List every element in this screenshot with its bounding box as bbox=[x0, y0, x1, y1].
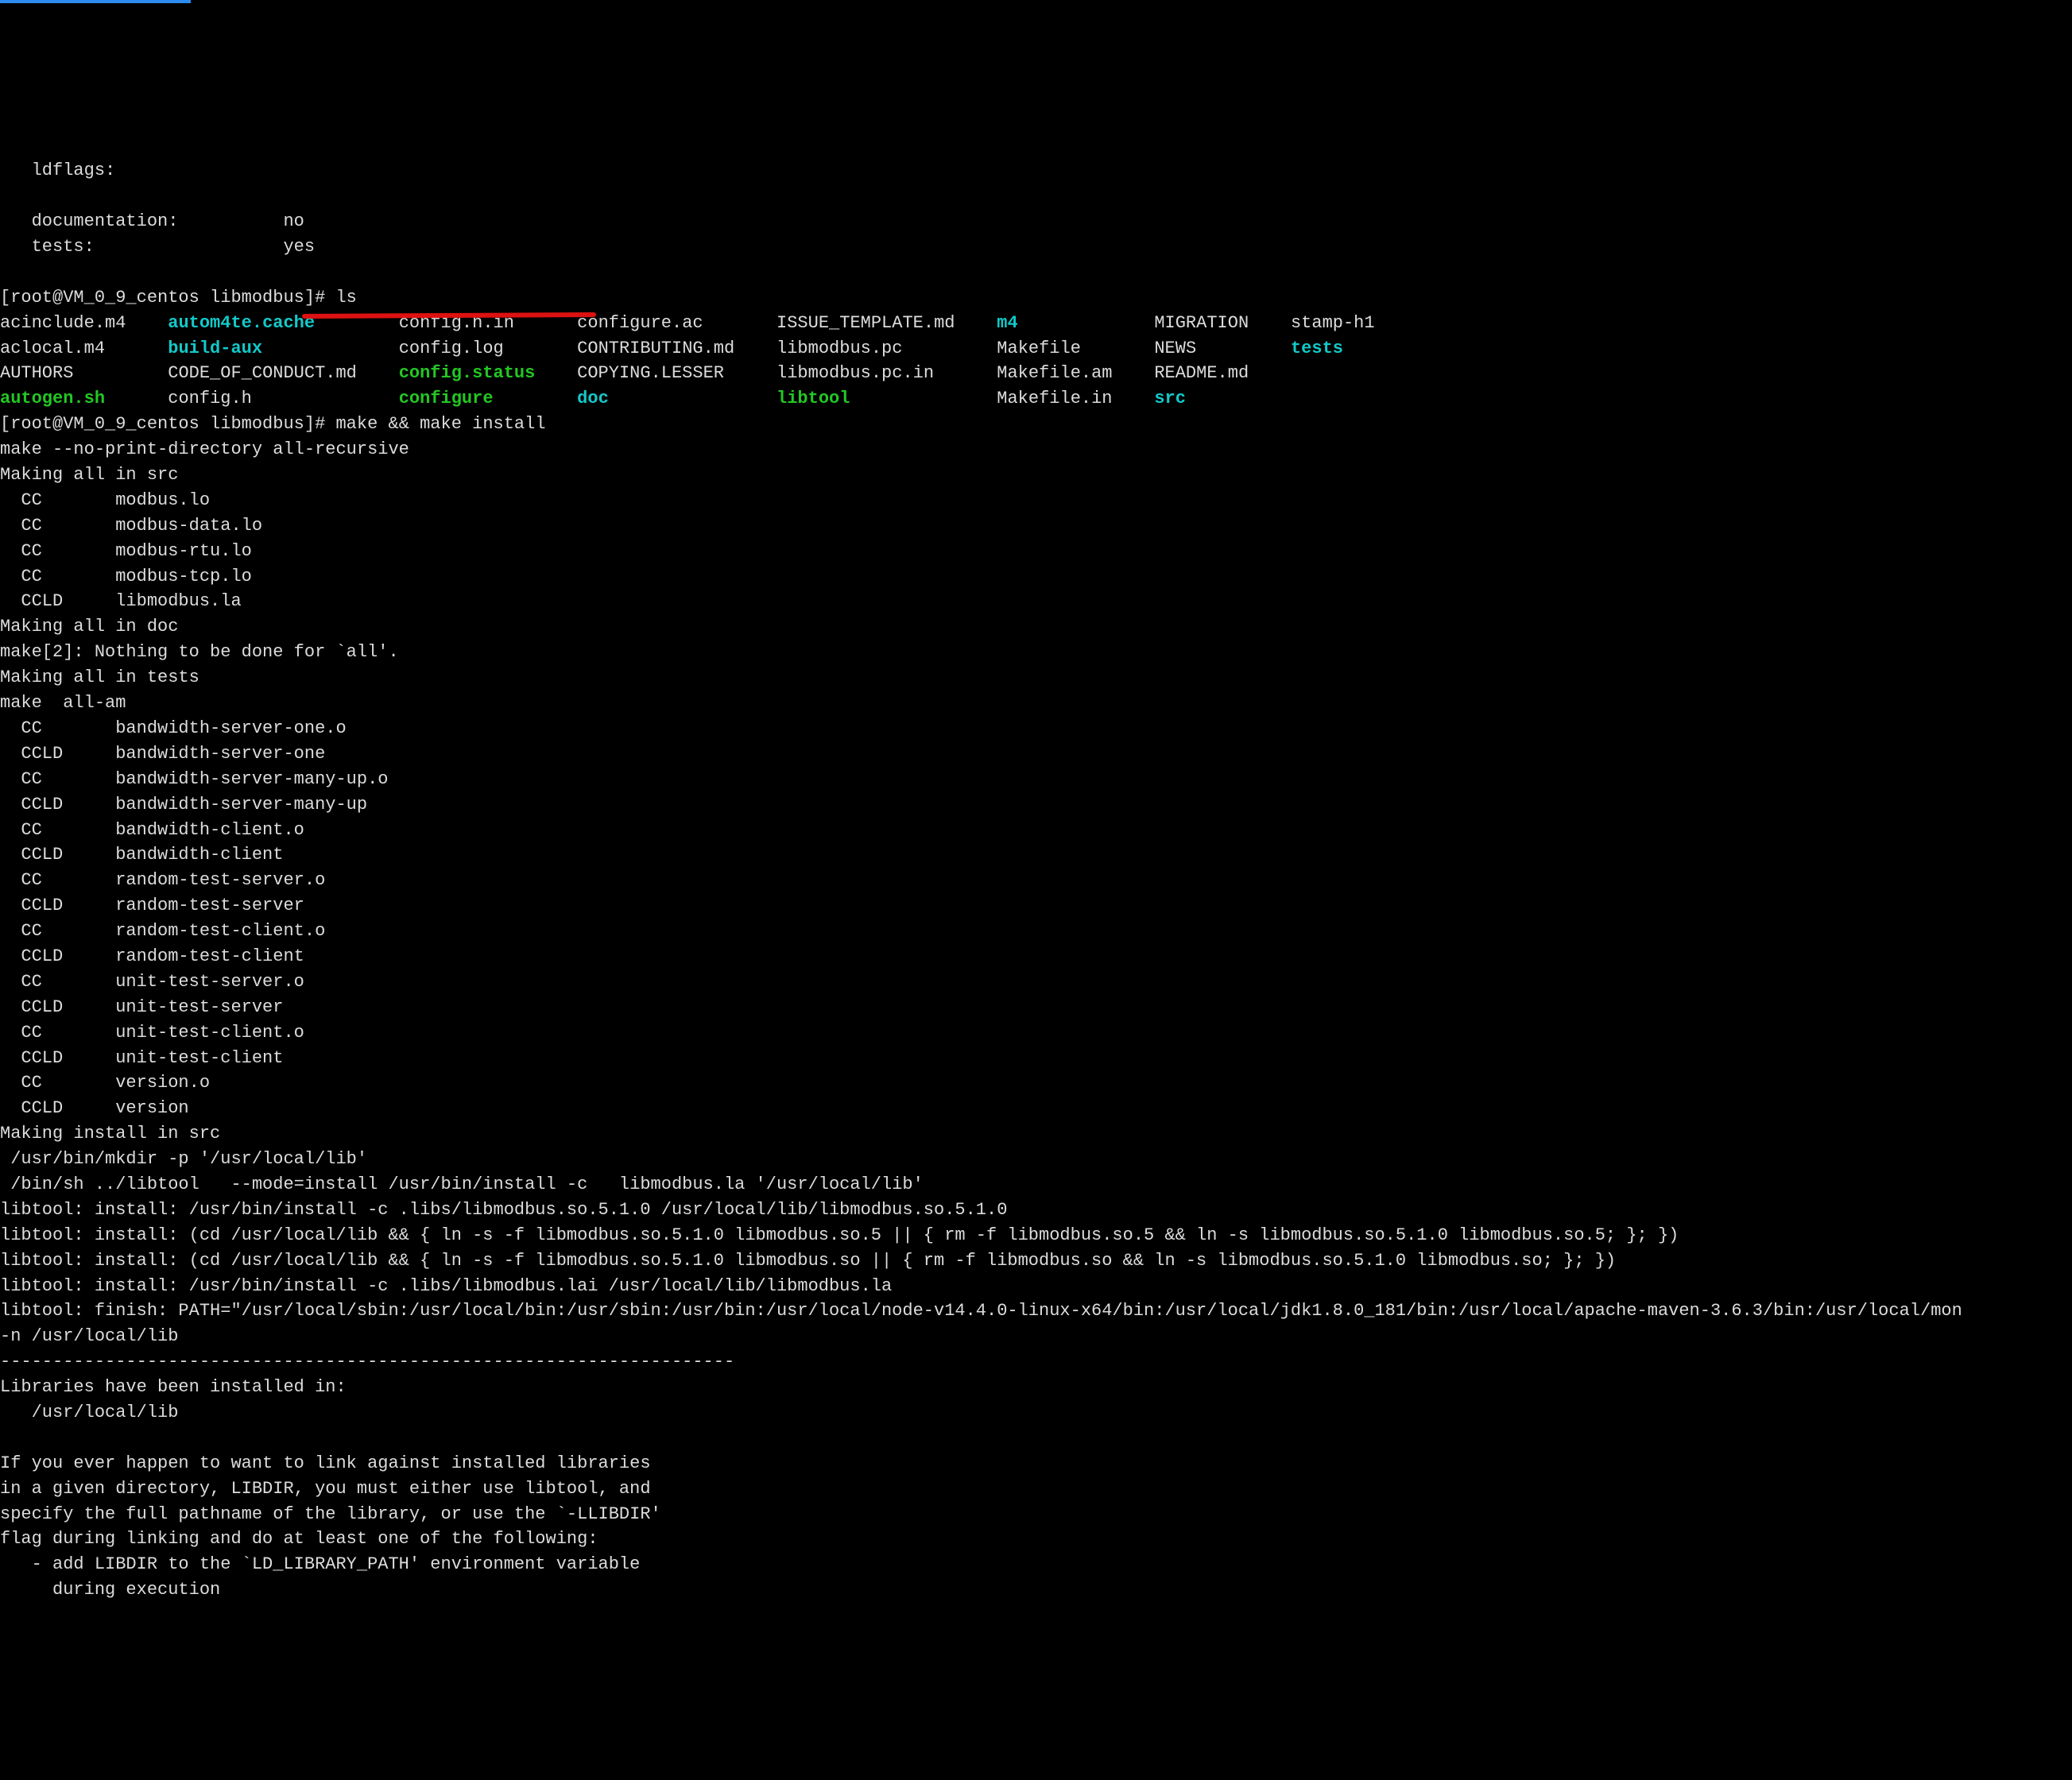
ls-exec: libtool bbox=[777, 389, 850, 408]
make-output-line: - add LIBDIR to the `LD_LIBRARY_PATH' en… bbox=[0, 1554, 640, 1574]
make-output-line: Making all in doc bbox=[0, 617, 178, 637]
make-output-line: CC random-test-client.o bbox=[0, 921, 325, 941]
ls-dir: build-aux bbox=[168, 339, 262, 358]
make-output-line: CCLD random-test-client bbox=[0, 946, 304, 966]
make-output-line: /bin/sh ../libtool --mode=install /usr/b… bbox=[0, 1174, 924, 1194]
shell-prompt: [root@VM_0_9_centos libmodbus]# bbox=[0, 414, 325, 434]
ls-row: aclocal.m4 build-aux config.log CONTRIBU… bbox=[0, 339, 1416, 358]
make-output-line: CCLD unit-test-client bbox=[0, 1048, 283, 1068]
cfg-doc: documentation: no bbox=[0, 211, 304, 231]
ls-file: acinclude.m4 bbox=[0, 313, 126, 333]
make-output-line: ----------------------------------------… bbox=[0, 1352, 734, 1372]
ls-file: libmodbus.pc.in bbox=[777, 363, 934, 383]
make-output-line: CCLD random-test-server bbox=[0, 896, 304, 915]
ls-row: acinclude.m4 autom4te.cache config.h.in … bbox=[0, 313, 1416, 333]
ls-file: aclocal.m4 bbox=[0, 339, 105, 358]
make-output-line: CCLD version bbox=[0, 1098, 189, 1118]
make-output-line: CC version.o bbox=[0, 1073, 210, 1093]
make-output-line: CC random-test-server.o bbox=[0, 870, 325, 890]
make-output-line: Making all in tests bbox=[0, 668, 199, 687]
ls-file: CODE_OF_CONDUCT.md bbox=[168, 363, 357, 383]
ls-row: autogen.sh config.h configure doc libtoo… bbox=[0, 389, 1416, 408]
ls-file: libmodbus.pc bbox=[777, 339, 902, 358]
make-output-line: libtool: install: (cd /usr/local/lib && … bbox=[0, 1225, 1679, 1245]
make-output-line: Libraries have been installed in: bbox=[0, 1377, 347, 1397]
make-output-line: CC modbus-rtu.lo bbox=[0, 541, 252, 561]
make-output-line: CCLD bandwidth-server-one bbox=[0, 744, 325, 764]
make-output-line: CC modbus-data.lo bbox=[0, 516, 262, 536]
ls-file: NEWS bbox=[1154, 339, 1196, 358]
ls-file: config.h bbox=[168, 389, 252, 408]
make-output-line: libtool: finish: PATH="/usr/local/sbin:/… bbox=[0, 1301, 1962, 1321]
ls-file: AUTHORS bbox=[0, 363, 73, 383]
ls-file: config.log bbox=[399, 339, 504, 358]
make-output-line: If you ever happen to want to link again… bbox=[0, 1453, 651, 1473]
ls-file: MIGRATION bbox=[1154, 313, 1249, 333]
make-output-line: CCLD unit-test-server bbox=[0, 997, 283, 1017]
make-output-line: CC modbus.lo bbox=[0, 490, 210, 510]
ls-exec: autogen.sh bbox=[0, 389, 105, 408]
make-output-line: libtool: install: (cd /usr/local/lib && … bbox=[0, 1251, 1616, 1271]
make-output-line: libtool: install: /usr/bin/install -c .l… bbox=[0, 1200, 1007, 1220]
make-output-line: make[2]: Nothing to be done for `all'. bbox=[0, 642, 399, 662]
make-output-line: during execution bbox=[0, 1580, 220, 1600]
make-output-line: /usr/local/lib bbox=[0, 1403, 178, 1422]
ls-dir: src bbox=[1154, 389, 1186, 408]
make-output-line: CC unit-test-client.o bbox=[0, 1023, 304, 1043]
make-output-line: CCLD bandwidth-client bbox=[0, 845, 283, 865]
ls-dir: m4 bbox=[997, 313, 1017, 333]
ls-file: COPYING.LESSER bbox=[577, 363, 724, 383]
make-output-line: Making all in src bbox=[0, 465, 178, 485]
ls-exec: configure bbox=[399, 389, 494, 408]
make-output-line: in a given directory, LIBDIR, you must e… bbox=[0, 1479, 651, 1499]
ls-file: README.md bbox=[1154, 363, 1249, 383]
make-output-line: specify the full pathname of the library… bbox=[0, 1504, 661, 1524]
shell-command[interactable]: make && make install bbox=[335, 414, 545, 434]
make-output-line: Making install in src bbox=[0, 1124, 220, 1143]
make-output-line: make all-am bbox=[0, 693, 126, 713]
make-output-line: CC bandwidth-server-many-up.o bbox=[0, 769, 388, 789]
ls-file: Makefile.in bbox=[997, 389, 1112, 408]
shell-command[interactable]: ls bbox=[335, 288, 356, 308]
ls-file: ISSUE_TEMPLATE.md bbox=[777, 313, 955, 333]
make-output-line: libtool: install: /usr/bin/install -c .l… bbox=[0, 1276, 892, 1296]
ls-dir: autom4te.cache bbox=[168, 313, 315, 333]
make-output-line: CC bandwidth-client.o bbox=[0, 820, 304, 840]
make-output-line: CC bandwidth-server-one.o bbox=[0, 718, 347, 738]
ls-exec: config.status bbox=[399, 363, 536, 383]
ls-file: stamp-h1 bbox=[1291, 313, 1375, 333]
shell-prompt: [root@VM_0_9_centos libmodbus]# bbox=[0, 288, 325, 308]
progress-bar bbox=[0, 0, 191, 3]
make-output-line: CC unit-test-server.o bbox=[0, 972, 304, 992]
make-output-line: CC modbus-tcp.lo bbox=[0, 567, 252, 586]
ls-file: configure.ac bbox=[577, 313, 703, 333]
ls-dir: doc bbox=[577, 389, 609, 408]
terminal-output[interactable]: ldflags: documentation: no tests: yes [r… bbox=[0, 152, 2072, 1603]
make-output-line: /usr/bin/mkdir -p '/usr/local/lib' bbox=[0, 1149, 367, 1169]
make-output-line: -n /usr/local/lib bbox=[0, 1326, 178, 1346]
cfg-tests: tests: yes bbox=[0, 237, 315, 257]
ls-dir: tests bbox=[1291, 339, 1343, 358]
make-output-line: make --no-print-directory all-recursive bbox=[0, 439, 409, 459]
cfg-ldflags: ldflags: bbox=[0, 161, 115, 180]
ls-row: AUTHORS CODE_OF_CONDUCT.md config.status… bbox=[0, 363, 1416, 383]
make-output-line: CCLD libmodbus.la bbox=[0, 591, 242, 611]
ls-file: CONTRIBUTING.md bbox=[577, 339, 734, 358]
ls-file: Makefile.am bbox=[997, 363, 1112, 383]
ls-file: Makefile bbox=[997, 339, 1081, 358]
make-output-line: flag during linking and do at least one … bbox=[0, 1529, 598, 1549]
make-output-line: CCLD bandwidth-server-many-up bbox=[0, 795, 367, 815]
